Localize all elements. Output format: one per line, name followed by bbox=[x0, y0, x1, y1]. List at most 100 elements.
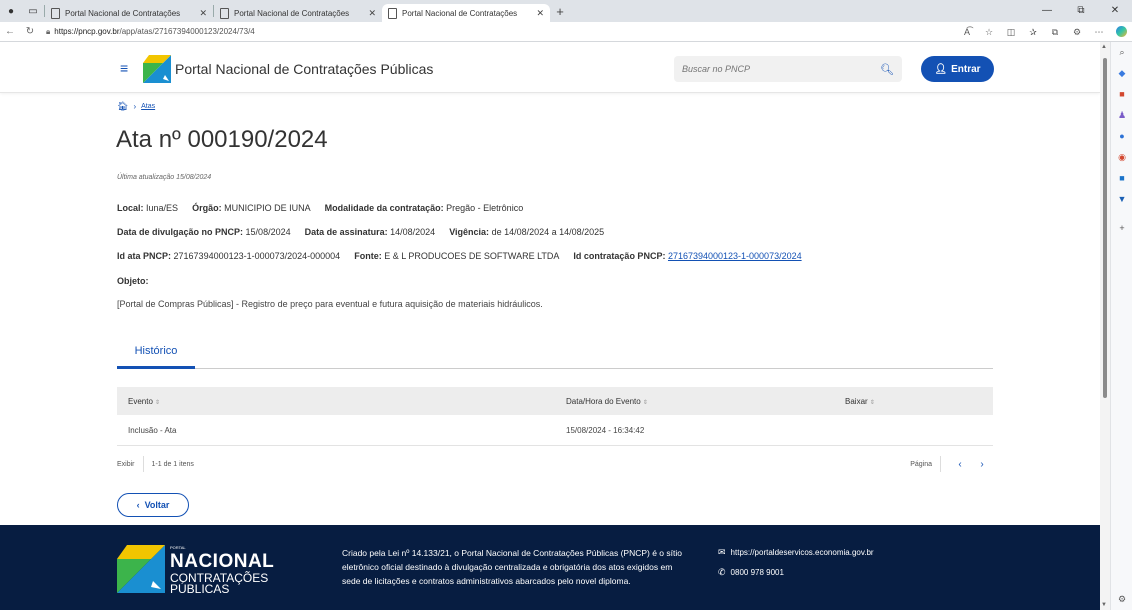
url-field[interactable]: 🔒︎ https://pncp.gov.br/app/atas/27167394… bbox=[46, 27, 255, 37]
search-input[interactable] bbox=[682, 64, 881, 74]
outlook-icon[interactable]: ■ bbox=[1111, 168, 1132, 189]
cell-evento: Inclusão - Ata bbox=[128, 425, 177, 435]
lock-icon[interactable]: 🔒︎ bbox=[46, 27, 50, 37]
footer-phone: ✆ 0800 978 9001 bbox=[718, 567, 784, 578]
column-label: Baixar bbox=[845, 396, 868, 406]
info-row-3: Id ata PNCP: 27167394000123-1-000073/202… bbox=[117, 251, 802, 261]
footer-website-text[interactable]: https://portaldeservicos.economia.gov.br bbox=[731, 548, 874, 557]
divulgacao-label: Data de divulgação no PNCP: bbox=[117, 227, 244, 237]
home-icon[interactable]: 🏠︎ bbox=[117, 101, 128, 112]
browser-toolbar: A͡ ☆ ◫ ✰ ⧉ ⚙ ⋯ bbox=[956, 22, 1132, 42]
tab-historico[interactable]: Histórico bbox=[117, 339, 195, 369]
idcontratacao-label: Id contratação PNCP: bbox=[573, 251, 666, 261]
page-scrollbar[interactable]: ▲ ▼ bbox=[1100, 42, 1110, 610]
close-window-icon[interactable]: ✕ bbox=[1098, 0, 1132, 22]
modalidade-value: Pregão - Eletrônico bbox=[446, 203, 524, 213]
restore-icon[interactable]: ⧉ bbox=[1064, 0, 1098, 22]
close-icon[interactable]: ✕ bbox=[536, 8, 544, 19]
back-button[interactable]: ‹ Voltar bbox=[117, 493, 189, 517]
settings-icon[interactable]: ⚙ bbox=[1111, 589, 1132, 610]
column-header-evento[interactable]: Evento ⇕ bbox=[117, 397, 566, 406]
column-label: Evento bbox=[128, 396, 153, 406]
browser-tab-bar: ● ▭ Portal Nacional de Contratações ✕ Po… bbox=[0, 0, 1132, 22]
user-icon: 👤︎ bbox=[934, 63, 948, 75]
sort-icon[interactable]: ⇕ bbox=[643, 400, 648, 406]
copilot-icon[interactable] bbox=[1110, 25, 1132, 39]
breadcrumb: 🏠︎ › Atas bbox=[117, 101, 155, 112]
pncp-logo-icon[interactable] bbox=[143, 55, 171, 83]
info-row-1: Local: Iuna/ES Órgão: MUNICIPIO DE IUNA … bbox=[117, 203, 523, 213]
next-page-icon[interactable]: › bbox=[971, 459, 993, 470]
column-header-data[interactable]: Data/Hora do Evento ⇕ bbox=[566, 397, 845, 406]
window-controls: — ⧉ ✕ bbox=[1030, 0, 1132, 22]
tab-title: Portal Nacional de Contratações bbox=[65, 8, 181, 18]
sort-icon[interactable]: ⇕ bbox=[155, 400, 160, 406]
extensions-icon[interactable]: ⚙ bbox=[1066, 27, 1088, 38]
close-icon[interactable]: ✕ bbox=[368, 8, 376, 19]
browser-sidebar: ⌕ ◆ ■ ♟ ● ◉ ■ ▼ + ⚙ bbox=[1110, 42, 1132, 610]
fonte-label: Fonte: bbox=[354, 251, 382, 261]
footer-website[interactable]: ✉ https://portaldeservicos.economia.gov.… bbox=[718, 547, 874, 558]
address-bar: ← ↻ 🔒︎ https://pncp.gov.br/app/atas/2716… bbox=[0, 22, 1132, 42]
browser-tab-3[interactable]: Portal Nacional de Contratações ✕ bbox=[382, 4, 550, 22]
tools-icon[interactable]: ▼ bbox=[1111, 189, 1132, 210]
split-screen-icon[interactable]: ◫ bbox=[1000, 27, 1022, 38]
url-path: /app/atas/27167394000123/2024/73/4 bbox=[119, 27, 255, 36]
scroll-down-icon[interactable]: ▼ bbox=[1101, 602, 1107, 608]
search-icon[interactable]: ⌕ bbox=[1111, 42, 1132, 63]
login-button[interactable]: 👤︎ Entrar bbox=[921, 56, 994, 82]
workspaces-icon[interactable]: ▭ bbox=[22, 0, 44, 22]
back-icon[interactable]: ← bbox=[0, 26, 20, 37]
profile-icon[interactable]: ● bbox=[0, 0, 22, 22]
breadcrumb-link-atas[interactable]: Atas bbox=[141, 103, 155, 110]
items-range: 1-1 de 1 itens bbox=[151, 460, 194, 468]
games-icon[interactable]: ● bbox=[1111, 126, 1132, 147]
menu-icon[interactable]: ≡ bbox=[120, 60, 128, 76]
browser-tab-1[interactable]: Portal Nacional de Contratações ✕ bbox=[45, 4, 213, 22]
tab-list: Histórico bbox=[117, 339, 993, 369]
modalidade-label: Modalidade da contratação: bbox=[324, 203, 444, 213]
read-aloud-icon[interactable]: A͡ bbox=[956, 27, 978, 37]
shopping-icon[interactable]: ■ bbox=[1111, 84, 1132, 105]
idcontratacao-link[interactable]: 27167394000123-1-000073/2024 bbox=[668, 251, 802, 261]
refresh-icon[interactable]: ↻ bbox=[20, 26, 40, 37]
assinatura-value: 14/08/2024 bbox=[390, 227, 436, 237]
add-icon[interactable]: + bbox=[1111, 218, 1132, 239]
browser-tab-2[interactable]: Portal Nacional de Contratações ✕ bbox=[214, 4, 382, 22]
cell-data: 15/08/2024 - 16:34:42 bbox=[566, 425, 645, 435]
scroll-up-icon[interactable]: ▲ bbox=[1101, 44, 1107, 50]
more-icon[interactable]: ⋯ bbox=[1088, 27, 1110, 38]
chevron-left-icon: ‹ bbox=[136, 500, 140, 510]
new-tab-icon[interactable]: + bbox=[550, 4, 570, 19]
search-icon[interactable]: 🔍︎ bbox=[880, 63, 894, 76]
breadcrumb-separator-icon: › bbox=[133, 102, 137, 111]
vigencia-value: de 14/08/2024 a 14/08/2025 bbox=[491, 227, 605, 237]
footer-brand-portal: PORTAL bbox=[170, 545, 186, 550]
column-header-baixar[interactable]: Baixar ⇕ bbox=[845, 397, 993, 406]
prev-page-icon[interactable]: ‹ bbox=[949, 459, 971, 470]
collections-icon[interactable]: ⧉ bbox=[1044, 27, 1066, 38]
office-icon[interactable]: ◉ bbox=[1111, 147, 1132, 168]
close-icon[interactable]: ✕ bbox=[199, 8, 207, 19]
pagina-label[interactable]: Página bbox=[910, 461, 932, 468]
divulgacao-value: 15/08/2024 bbox=[245, 227, 291, 237]
objeto-label: Objeto: bbox=[117, 276, 149, 286]
favorite-star-icon[interactable]: ☆ bbox=[978, 27, 1000, 38]
orgao-value: MUNICIPIO DE IUNA bbox=[224, 203, 311, 213]
scroll-thumb[interactable] bbox=[1103, 58, 1107, 398]
page-icon bbox=[388, 7, 397, 19]
fonte-value: E & L PRODUCOES DE SOFTWARE LTDA bbox=[384, 251, 560, 261]
sort-icon[interactable]: ⇕ bbox=[870, 400, 875, 406]
footer-phone-text: 0800 978 9001 bbox=[730, 568, 784, 577]
tag-icon[interactable]: ◆ bbox=[1111, 63, 1132, 84]
tab-title: Portal Nacional de Contratações bbox=[402, 8, 518, 18]
favorites-icon[interactable]: ✰ bbox=[1022, 27, 1044, 38]
people-icon[interactable]: ♟ bbox=[1111, 105, 1132, 126]
pagination: Exibir 1-1 de 1 itens Página ‹ › bbox=[117, 453, 993, 475]
search-box[interactable]: 🔍︎ bbox=[674, 56, 902, 82]
assinatura-label: Data de assinatura: bbox=[304, 227, 388, 237]
site-name[interactable]: Portal Nacional de Contratações Públicas bbox=[175, 61, 433, 77]
exibir-label[interactable]: Exibir bbox=[117, 461, 135, 468]
local-label: Local: bbox=[117, 203, 144, 213]
minimize-icon[interactable]: — bbox=[1030, 0, 1064, 22]
